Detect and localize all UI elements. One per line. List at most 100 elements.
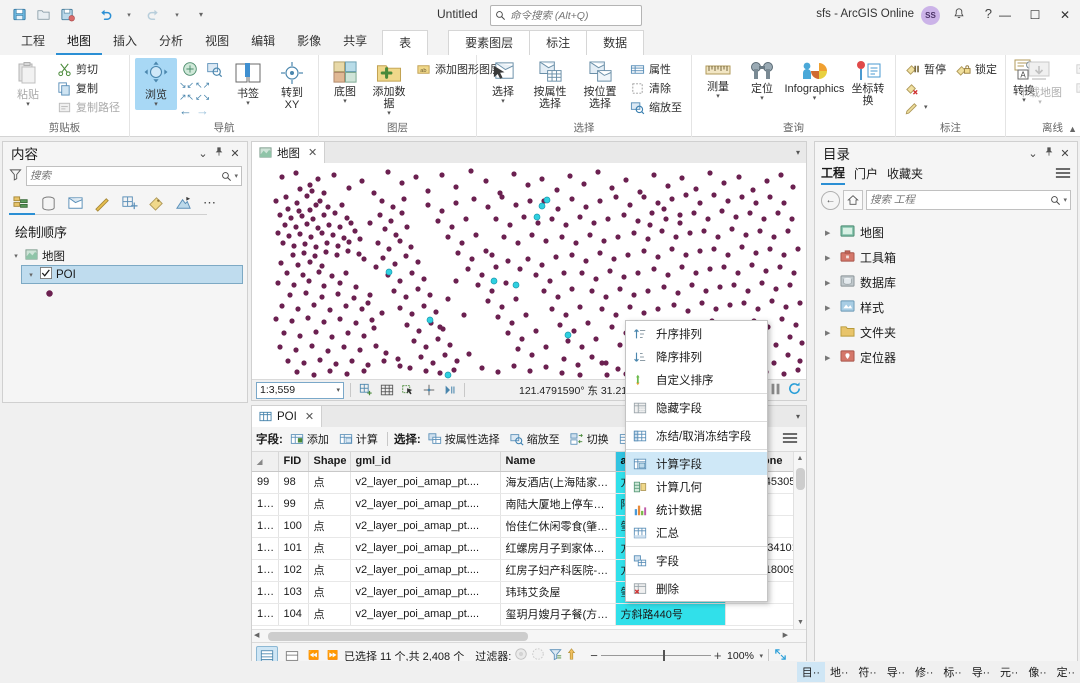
tab-project[interactable]: 工程 [10,29,56,55]
tab-data[interactable]: 数据 [587,30,645,55]
cell-gml-id[interactable]: v2_layer_poi_amap_pt.... [350,537,501,560]
cell-address[interactable]: 方斜路440号 [615,603,726,626]
undo-dropdown[interactable]: ▾ [118,4,140,26]
pause-labeling-button[interactable]: 暂停 [901,60,950,78]
infographics-button[interactable]: Infographics ▾ [784,58,844,104]
cell-fid[interactable]: 101 [278,537,309,560]
expand-arrow-icon[interactable]: ▾ [11,252,21,260]
tab-analysis[interactable]: 分析 [148,29,194,55]
next-extent-button[interactable]: → [196,104,209,117]
catalog-search-dropdown-icon[interactable]: ▾ [1063,196,1067,204]
calculate-field-button[interactable]: 计算 [336,430,381,448]
redo-button[interactable] [142,4,164,26]
coordinate-conversion-button[interactable]: 坐标转换 [846,58,890,109]
open-project-button[interactable] [32,4,54,26]
copy-path-button[interactable]: 复制路径 [53,98,124,116]
layer-checkbox[interactable] [40,267,52,282]
zoom-to-selection-nav-button[interactable] [203,59,225,79]
tab-labeling[interactable]: 标注 [530,30,588,55]
refresh-icon[interactable] [787,381,802,399]
selection-toggle-icon[interactable] [399,382,416,399]
filter-funnel-icon[interactable] [7,168,23,184]
contents-search-input[interactable] [30,170,220,182]
avatar[interactable]: SS [921,6,940,25]
scroll-up-icon[interactable]: ▲ [794,452,806,465]
expand-arrow-icon[interactable]: ▶ [825,254,835,262]
measure-button[interactable]: 测量 ▾ [697,58,739,102]
list-by-snapping-icon[interactable] [117,192,141,214]
cell-shape[interactable]: 点 [308,581,351,604]
undo-button[interactable] [94,4,116,26]
menu-item-summarize[interactable]: 汇总 [626,521,767,544]
map-view-tab[interactable]: 地图 ✕ [252,142,326,163]
tab-table[interactable]: 表 [382,30,429,55]
full-extent-button[interactable] [179,59,201,79]
catalog-item-toolboxes[interactable]: ▶ 工具箱 [815,245,1077,270]
catalog-item-maps[interactable]: ▶ 地图 [815,220,1077,245]
cell-shape[interactable]: 点 [308,537,351,560]
cell-fid[interactable]: 100 [278,515,309,538]
next-record-button[interactable]: ⏩ [325,650,341,661]
close-button[interactable]: ✕ [1050,0,1080,30]
select-button[interactable]: 选择 ▾ [482,58,524,107]
cell-shape[interactable]: 点 [308,603,351,626]
list-by-selection-icon[interactable] [63,192,87,214]
list-by-diagram-icon[interactable] [171,192,195,214]
grid-horizontal-scrollbar[interactable]: ◀ ▶ [252,629,806,642]
command-search-input[interactable] [510,9,632,22]
save-project-button[interactable] [8,4,30,26]
more-options-icon[interactable]: ⋯ [198,192,222,214]
remove-offline-button[interactable] [1071,79,1080,97]
catalog-menu-icon[interactable]: ⌄ [1025,147,1041,160]
clear-labels-button[interactable] [901,79,950,97]
dock-tab-4[interactable]: 修·· [910,662,938,682]
download-map-button[interactable]: 下载地图 ▾ [1011,58,1069,108]
select-by-location-button[interactable]: 按位置选择 [576,58,624,112]
add-data-button[interactable]: 添加数据 ▾ [368,58,410,119]
bookmarks-button[interactable]: 书签 ▾ [227,58,269,109]
scroll-thumb[interactable] [796,468,805,490]
contents-search-dropdown-icon[interactable]: ▾ [234,172,238,180]
explore-button[interactable]: 浏览 ▾ [135,58,177,110]
close-icon[interactable]: ✕ [305,410,314,423]
measure-nav-icon[interactable] [441,382,458,399]
col-header-name[interactable]: Name [500,452,616,472]
expand-arrow-icon[interactable]: ▾ [26,271,36,279]
view-tab-menu-icon[interactable]: ▾ [796,148,800,157]
expand-arrow-icon[interactable]: ▶ [825,329,835,337]
dock-tab-5[interactable]: 标·· [938,662,966,682]
table-view-tab[interactable]: POI ✕ [252,406,323,427]
go-to-xy-button[interactable]: 转到 XY [271,58,313,113]
table-tab-menu-icon[interactable]: ▾ [796,412,800,421]
dock-tab-7[interactable]: 元·· [995,662,1023,682]
collapse-ribbon-button[interactable]: ▲ [1068,124,1077,134]
zoom-in-button[interactable]: + [714,649,722,662]
add-field-button[interactable]: 添加 [287,430,332,448]
expand-arrow-icon[interactable]: ▶ [825,279,835,287]
col-header-shape[interactable]: Shape [308,452,351,472]
basemap-button[interactable]: 底图 ▾ [324,58,366,107]
zoom-out-button[interactable]: − [590,649,598,662]
cell-name[interactable]: 南陆大厦地上停车场(出... [500,493,616,516]
copy-button[interactable]: 复制 [53,79,124,97]
menu-item-custom-sort[interactable]: 自定义排序 [626,368,767,391]
dock-tab-8[interactable]: 像·· [1023,662,1051,682]
cell-shape[interactable]: 点 [308,515,351,538]
map-scale-combo[interactable]: 1:3,559 ▾ [256,381,344,399]
menu-item-fields[interactable]: 字段 [626,549,767,572]
catalog-item-databases[interactable]: ▶ 数据库 [815,270,1077,295]
add-grid-icon[interactable] [357,382,374,399]
notifications-bell-icon[interactable] [952,7,966,24]
menu-item-calculate-geometry[interactable]: 计算几何 [626,475,767,498]
first-record-button[interactable]: ⏪ [306,650,322,661]
dock-tab-catalog[interactable]: 目·· [796,662,826,682]
catalog-item-folders[interactable]: ▶ 文件夹 [815,320,1077,345]
catalog-close-icon[interactable]: ✕ [1057,147,1073,160]
zoom-slider-thumb[interactable] [662,650,665,661]
scroll-down-icon[interactable]: ▼ [794,616,806,629]
menu-item-sort-ascending[interactable]: 升序排列 [626,322,767,345]
cell-gml-id[interactable]: v2_layer_poi_amap_pt.... [350,493,501,516]
switch-selection-button[interactable]: 切换 [567,430,612,448]
cell-gml-id[interactable]: v2_layer_poi_amap_pt.... [350,515,501,538]
grid-icon[interactable] [378,382,395,399]
